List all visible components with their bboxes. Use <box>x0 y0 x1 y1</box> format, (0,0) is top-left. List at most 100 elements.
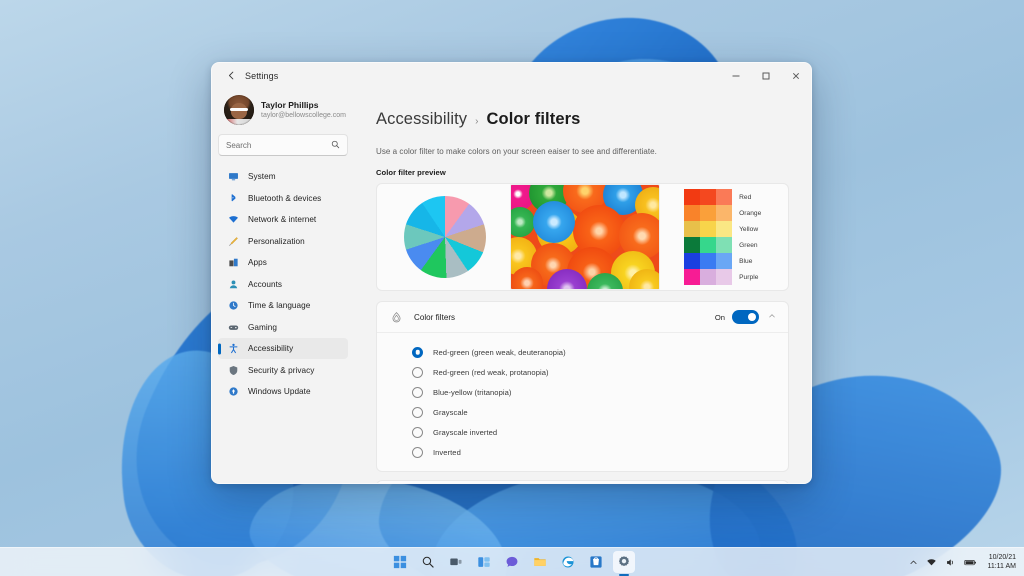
keyboard-shortcut-card[interactable]: Keyboard shortcut for color filters Pres… <box>376 480 789 483</box>
wifi-icon[interactable] <box>926 557 937 568</box>
taskbar: 10/20/21 11:11 AM <box>0 547 1024 576</box>
close-button[interactable] <box>781 63 811 88</box>
color-filters-toggle-state: On <box>714 312 725 322</box>
swatch-cell <box>716 237 733 253</box>
sidebar-item-label: Network & internet <box>248 215 317 224</box>
color-filters-toggle[interactable] <box>732 310 759 324</box>
breadcrumb: Accessibility › Color filters <box>376 110 789 129</box>
sidebar-item-gaming[interactable]: Gaming <box>218 317 348 338</box>
sidebar-item-label: Personalization <box>248 236 305 246</box>
swatch-row-label: Purple <box>739 273 759 281</box>
sidebar-item-security-privacy[interactable]: Security & privacy <box>218 360 348 381</box>
color-filter-option[interactable]: Grayscale <box>377 402 788 422</box>
color-filter-icon <box>390 311 403 324</box>
radio-button[interactable] <box>412 406 423 418</box>
bluetooth-icon <box>227 192 239 204</box>
taskbar-apps <box>389 551 635 573</box>
radio-button[interactable] <box>412 426 423 438</box>
color-filter-option-label: Inverted <box>433 447 461 457</box>
color-filter-option[interactable]: Grayscale inverted <box>377 422 788 442</box>
minimize-button[interactable] <box>721 63 751 88</box>
chevron-up-icon[interactable] <box>768 312 776 322</box>
color-filter-option[interactable]: Inverted <box>377 442 788 462</box>
gamepad-icon <box>227 321 239 333</box>
taskbar-settings-button[interactable] <box>613 551 635 573</box>
taskbar-edge-button[interactable] <box>557 551 579 573</box>
sidebar-item-apps[interactable]: Apps <box>218 252 348 273</box>
preview-section-label: Color filter preview <box>376 168 446 177</box>
swatch-cell <box>716 253 733 269</box>
taskbar-task-view-button[interactable] <box>445 551 467 573</box>
sidebar-item-network-internet[interactable]: Network & internet <box>218 209 348 230</box>
taskbar-chat-button[interactable] <box>501 551 523 573</box>
swatch-cell <box>684 189 701 205</box>
swatch-cell <box>716 205 733 221</box>
search-icon <box>331 140 340 151</box>
pie-chart-preview <box>403 196 486 278</box>
taskbar-widgets-button[interactable] <box>473 551 495 573</box>
accessibility-icon <box>227 343 239 355</box>
color-filters-header[interactable]: Color filters On <box>377 302 788 333</box>
sidebar-item-accessibility[interactable]: Accessibility <box>218 338 348 359</box>
sidebar-item-label: System <box>248 172 276 181</box>
swatch-row-label: Green <box>739 241 758 249</box>
volume-icon[interactable] <box>945 557 956 568</box>
color-filter-options: Red-green (green weak, deuteranopia) Red-… <box>377 333 788 471</box>
swatch-cell <box>700 189 717 205</box>
swatch-row-label: Blue <box>739 257 753 265</box>
window-controls <box>721 63 811 88</box>
clock-icon <box>227 300 239 312</box>
sidebar-item-bluetooth-devices[interactable]: Bluetooth & devices <box>218 188 348 209</box>
swatch-cell <box>700 205 717 221</box>
account-tile[interactable]: Taylor Phillips taylor@bellowscollege.co… <box>218 88 348 132</box>
system-tray: 10/20/21 11:11 AM <box>909 553 1024 571</box>
radio-button[interactable] <box>412 366 423 378</box>
content-pane: Accessibility › Color filters Use a colo… <box>354 88 811 483</box>
swatch-cell <box>700 237 717 253</box>
breadcrumb-parent[interactable]: Accessibility <box>376 110 467 129</box>
apps-icon <box>227 257 239 269</box>
tray-chevron-icon[interactable] <box>909 558 918 567</box>
tray-clock[interactable]: 10/20/21 11:11 AM <box>985 553 1016 571</box>
radio-button[interactable] <box>412 386 423 398</box>
swatch-cell <box>700 269 717 285</box>
sidebar-item-time-language[interactable]: Time & language <box>218 295 348 316</box>
search-input[interactable] <box>226 140 331 150</box>
battery-icon[interactable] <box>964 557 977 568</box>
page-description: Use a color filter to make colors on you… <box>376 147 657 156</box>
sidebar-item-accounts[interactable]: Accounts <box>218 274 348 295</box>
swatch-cell <box>700 253 717 269</box>
monitor-icon <box>227 171 239 183</box>
avatar <box>224 95 254 125</box>
sidebar-item-windows-update[interactable]: Windows Update <box>218 381 348 402</box>
radio-button[interactable] <box>412 346 423 358</box>
color-filter-option-label: Grayscale inverted <box>433 427 498 437</box>
color-filter-option[interactable]: Red-green (green weak, deuteranopia) <box>377 342 788 362</box>
color-filter-option[interactable]: Red-green (red weak, protanopia) <box>377 362 788 382</box>
taskbar-search-button[interactable] <box>417 551 439 573</box>
update-icon <box>227 386 239 398</box>
sidebar: Taylor Phillips taylor@bellowscollege.co… <box>212 88 354 483</box>
sidebar-item-label: Apps <box>248 258 267 267</box>
taskbar-store-button[interactable] <box>585 551 607 573</box>
sidebar-item-system[interactable]: System <box>218 166 348 187</box>
account-name: Taylor Phillips <box>261 99 319 110</box>
page-title: Color filters <box>486 110 581 128</box>
swatch-row-label: Orange <box>739 209 762 217</box>
window-title: Settings <box>245 70 279 81</box>
paintbrush-icon <box>227 235 239 247</box>
search-box[interactable] <box>218 134 348 156</box>
swatch-row-label: Yellow <box>739 225 759 233</box>
color-filters-toggle-group[interactable]: On <box>715 310 759 324</box>
back-button[interactable] <box>218 66 244 86</box>
wifi-icon <box>227 214 239 226</box>
swatch-cell <box>716 269 733 285</box>
tray-date: 10/20/21 <box>988 554 1016 561</box>
color-filter-option[interactable]: Blue-yellow (tritanopia) <box>377 382 788 402</box>
color-filter-preview-card: Red Orange Yellow Green Blue Purple <box>376 183 789 291</box>
taskbar-file-explorer-button[interactable] <box>529 551 551 573</box>
sidebar-item-personalization[interactable]: Personalization <box>218 231 348 252</box>
radio-button[interactable] <box>412 446 423 458</box>
taskbar-start-button[interactable] <box>389 551 411 573</box>
maximize-button[interactable] <box>751 63 781 88</box>
